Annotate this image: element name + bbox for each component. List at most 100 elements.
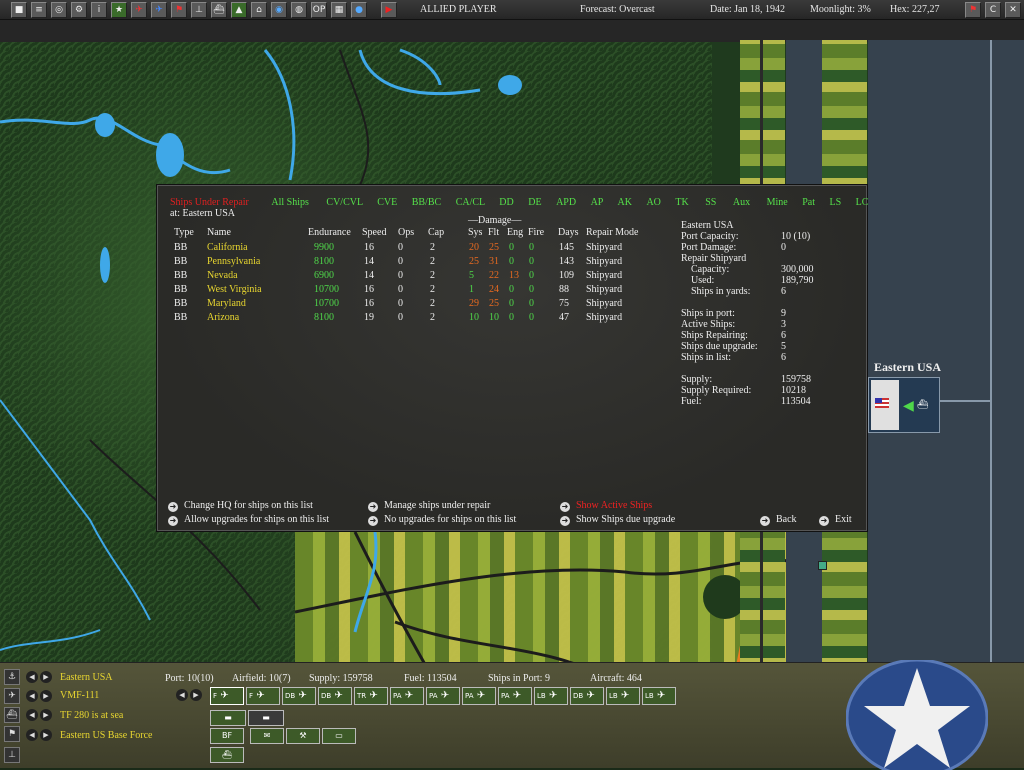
col-speed[interactable]: Speed [362, 227, 386, 238]
back-button[interactable]: ➜ Back [760, 514, 797, 526]
air-unit-button[interactable]: DB ✈ [282, 687, 316, 705]
col-type[interactable]: Type [174, 227, 194, 238]
col-ops[interactable]: Ops [398, 227, 414, 238]
col-name[interactable]: Name [207, 227, 231, 238]
tab-apd[interactable]: APD [556, 197, 576, 208]
cell-name[interactable]: Maryland [207, 298, 246, 309]
tab-ak[interactable]: AK [618, 197, 632, 208]
table-row[interactable]: BB Pennsylvania 8100 14 0 2 25 31 0 0 143 Shipyard [158, 255, 668, 269]
air-unit-button[interactable]: LB ✈ [606, 687, 640, 705]
envelope-icon[interactable]: ✉ [250, 728, 284, 744]
help-icon[interactable]: ● [351, 2, 367, 18]
flag-icon[interactable]: ⚑ [965, 2, 981, 18]
base-hex-marker[interactable]: ◀ ⛴ [868, 377, 940, 433]
flag-icon[interactable]: ⚑ [4, 726, 20, 742]
air-unit-button[interactable]: DB ✈ [570, 687, 604, 705]
show-active-option[interactable]: ➜ Show Active Ships [560, 500, 652, 512]
report-icon[interactable]: ≡ [31, 2, 47, 18]
tab-ships-under-repair[interactable]: Ships Under Repair [170, 197, 249, 208]
tools-icon[interactable]: ⚒ [286, 728, 320, 744]
col-fire[interactable]: Fire [528, 227, 544, 238]
unit-icon[interactable]: ⊥ [191, 2, 207, 18]
tab-aux[interactable]: Aux [733, 197, 750, 208]
exit-button[interactable]: ➜ Exit [819, 514, 852, 526]
task-force-name[interactable]: TF 280 is at sea [60, 710, 123, 721]
tab-ls[interactable]: LS [830, 197, 842, 208]
prev-page-button[interactable]: ◀ [176, 689, 188, 701]
tab-lc[interactable]: LC [856, 197, 869, 208]
ship-icon[interactable]: ⛴ [211, 2, 227, 18]
base-icon[interactable] [871, 380, 899, 430]
info-icon[interactable]: i [91, 2, 107, 18]
sphere-icon[interactable]: ◍ [291, 2, 307, 18]
plane-icon[interactable]: ✈ [151, 2, 167, 18]
change-hq-option[interactable]: ➜ Change HQ for ships on this list [168, 500, 313, 512]
settings-icon[interactable]: ⚙ [71, 2, 87, 18]
base-icon[interactable]: ▲ [231, 2, 247, 18]
end-turn-icon[interactable]: ▶ [381, 2, 397, 18]
tab-ss[interactable]: SS [705, 197, 716, 208]
next-tf-button[interactable]: ▶ [40, 709, 52, 721]
manage-ships-option[interactable]: ➜ Manage ships under repair [368, 500, 490, 512]
tab-tk[interactable]: TK [675, 197, 688, 208]
air-unit-button[interactable]: DB ✈ [318, 687, 352, 705]
table-row[interactable]: BB Arizona 8100 19 0 2 10 10 0 0 47 Shipyard [158, 311, 668, 325]
prev-tf-button[interactable]: ◀ [26, 709, 38, 721]
next-ground-button[interactable]: ▶ [40, 729, 52, 741]
tab-cve[interactable]: CVE [377, 197, 397, 208]
unit-marker-icon[interactable] [818, 561, 827, 570]
cell-name[interactable]: Pennsylvania [207, 256, 260, 267]
cell-name[interactable]: California [207, 242, 248, 253]
allow-upgrades-option[interactable]: ➜ Allow upgrades for ships on this list [168, 514, 329, 526]
tab-all-ships[interactable]: All Ships [271, 197, 309, 208]
close-icon[interactable]: ✕ [1005, 2, 1021, 18]
tf-ship-button[interactable]: ▬ [248, 710, 284, 726]
tab-ca-cl[interactable]: CA/CL [456, 197, 485, 208]
aircraft-icon[interactable]: ✈ [131, 2, 147, 18]
op-icon[interactable]: OP [311, 2, 327, 18]
factory-icon[interactable]: ⌂ [251, 2, 267, 18]
base-force-button[interactable]: BF [210, 728, 244, 744]
col-flt[interactable]: Flt [488, 227, 499, 238]
prev-base-button[interactable]: ◀ [26, 671, 38, 683]
no-upgrades-option[interactable]: ➜ No upgrades for ships on this list [368, 514, 516, 526]
col-endurance[interactable]: Endurance [308, 227, 351, 238]
ship-icon[interactable]: ⛴ [917, 400, 928, 410]
flag-icon[interactable]: ⚑ [171, 2, 187, 18]
air-unit-button[interactable]: PA ✈ [462, 687, 496, 705]
globe-icon[interactable]: ◎ [51, 2, 67, 18]
route-icon[interactable]: ◉ [271, 2, 287, 18]
table-row[interactable]: BB California 9900 16 0 2 20 25 0 0 145 Shipyard [158, 241, 668, 255]
table-row[interactable]: BB West Virginia 10700 16 0 2 1 24 0 0 88 Shipyard [158, 283, 668, 297]
air-group-name[interactable]: VMF-111 [60, 690, 99, 701]
ground-force-name[interactable]: Eastern US Base Force [60, 730, 152, 741]
c-icon[interactable]: C [985, 2, 1001, 18]
air-unit-button[interactable]: TR ✈ [354, 687, 388, 705]
tab-dd[interactable]: DD [499, 197, 513, 208]
map-icon[interactable]: ■ [11, 2, 27, 18]
col-cap[interactable]: Cap [428, 227, 444, 238]
tab-ap[interactable]: AP [591, 197, 603, 208]
air-unit-button[interactable]: LB ✈ [642, 687, 676, 705]
show-due-upgrade-option[interactable]: ➜ Show Ships due upgrade [560, 514, 675, 526]
col-eng[interactable]: Eng [507, 227, 523, 238]
prev-air-button[interactable]: ◀ [26, 690, 38, 702]
air-unit-button[interactable]: F ✈ [246, 687, 280, 705]
tab-bb-bc[interactable]: BB/BC [412, 197, 441, 208]
col-days[interactable]: Days [558, 227, 579, 238]
cell-name[interactable]: Arizona [207, 312, 239, 323]
col-sys[interactable]: Sys [468, 227, 482, 238]
air-unit-button[interactable]: PA ✈ [426, 687, 460, 705]
next-base-button[interactable]: ▶ [40, 671, 52, 683]
prev-ground-button[interactable]: ◀ [26, 729, 38, 741]
box-icon[interactable]: ▭ [322, 728, 356, 744]
tab-cv-cvl[interactable]: CV/CVL [326, 197, 362, 208]
star-icon[interactable]: ★ [111, 2, 127, 18]
next-page-button[interactable]: ▶ [190, 689, 202, 701]
air-unit-button[interactable]: F ✈ [210, 687, 244, 705]
col-repair-mode[interactable]: Repair Mode [586, 227, 639, 238]
unit-icon[interactable]: ⊥ [4, 747, 20, 763]
air-unit-button[interactable]: LB ✈ [534, 687, 568, 705]
base-name[interactable]: Eastern USA [60, 672, 113, 683]
air-unit-button[interactable]: PA ✈ [390, 687, 424, 705]
